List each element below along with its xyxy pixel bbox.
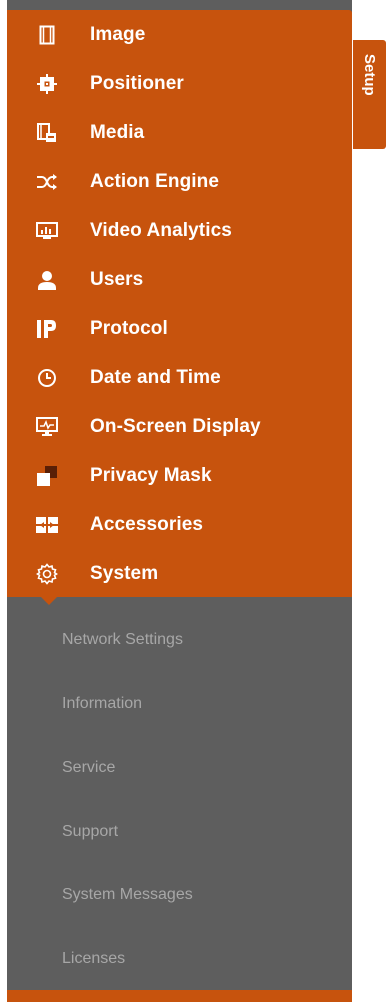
menu-item-label: Media: [90, 121, 145, 143]
menu-item-protocol[interactable]: Protocol: [7, 304, 352, 353]
submenu-item-support[interactable]: Support: [7, 812, 352, 852]
media-icon: [35, 121, 59, 145]
menu-item-positioner[interactable]: Positioner: [7, 59, 352, 108]
menu-item-label: System: [90, 562, 159, 584]
menu-item-media[interactable]: Media: [7, 108, 352, 157]
menu-item-label: Video Analytics: [90, 219, 232, 241]
submenu-item-licenses[interactable]: Licenses: [7, 939, 352, 979]
menu-item-video-analytics[interactable]: Video Analytics: [7, 206, 352, 255]
gear-icon: [35, 562, 59, 586]
ip-icon: [35, 317, 59, 341]
menu-item-label: Action Engine: [90, 170, 220, 192]
analytics-monitor-icon: [35, 219, 59, 243]
menu-item-accessories[interactable]: Accessories: [7, 500, 352, 549]
accessories-icon: [35, 513, 59, 537]
submenu-item-label: System Messages: [62, 886, 193, 903]
menu-item-system[interactable]: System: [7, 549, 352, 598]
clock-icon: [35, 366, 59, 390]
submenu-item-label: Information: [62, 695, 143, 712]
submenu-item-service[interactable]: Service: [7, 748, 352, 788]
shuffle-icon: [35, 170, 59, 194]
menu-item-on-screen-display[interactable]: On-Screen Display: [7, 402, 352, 451]
submenu-item-label: Licenses: [62, 950, 126, 967]
menu-item-label: Users: [90, 268, 144, 290]
main-menu: Image Positioner Media Action Engine Vid…: [7, 10, 352, 597]
menu-item-action-engine[interactable]: Action Engine: [7, 157, 352, 206]
setup-tab-label: Setup: [361, 54, 378, 96]
sidebar-panel: Image Positioner Media Action Engine Vid…: [7, 0, 352, 1002]
selected-indicator: [41, 597, 57, 605]
user-icon: [35, 268, 59, 292]
menu-item-label: Protocol: [90, 317, 168, 339]
menu-item-image[interactable]: Image: [7, 10, 352, 59]
menu-item-label: Image: [90, 23, 146, 45]
menu-item-privacy-mask[interactable]: Privacy Mask: [7, 451, 352, 500]
film-icon: [35, 23, 59, 47]
menu-item-label: On-Screen Display: [90, 415, 261, 437]
menu-item-label: Accessories: [90, 513, 204, 535]
menu-item-date-time[interactable]: Date and Time: [7, 353, 352, 402]
submenu-item-label: Service: [62, 759, 116, 776]
monitor-icon: [35, 415, 59, 439]
submenu-item-network-settings[interactable]: Network Settings: [7, 620, 352, 660]
menu-item-label: Date and Time: [90, 366, 221, 388]
setup-tab[interactable]: Setup: [353, 40, 386, 149]
menu-item-label: Privacy Mask: [90, 464, 212, 486]
submenu-item-information[interactable]: Information: [7, 684, 352, 724]
positioner-icon: [35, 72, 59, 96]
bottom-bar: [7, 990, 352, 1002]
submenu-item-label: Network Settings: [62, 631, 183, 648]
privacy-mask-icon: [35, 464, 59, 488]
submenu-item-label: Support: [62, 823, 119, 840]
menu-item-label: Positioner: [90, 72, 184, 94]
submenu-item-system-messages[interactable]: System Messages: [7, 875, 352, 915]
menu-item-users[interactable]: Users: [7, 255, 352, 304]
